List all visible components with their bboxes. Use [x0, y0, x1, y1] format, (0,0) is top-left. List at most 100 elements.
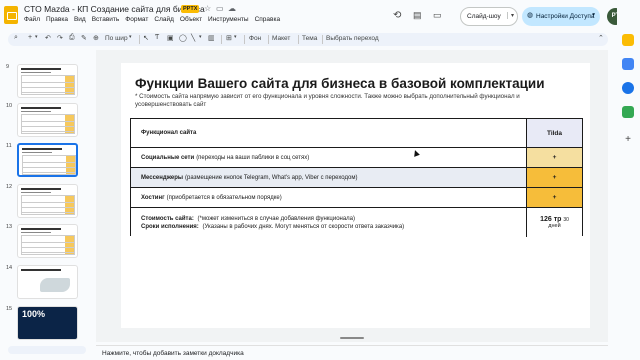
table-row: Социальные сети (переходы на ваши паблики… [131, 148, 582, 168]
row-feature-desc: (приобретается в обязательном порядке) [166, 194, 282, 201]
tasks-icon[interactable] [622, 58, 634, 70]
add-on-plus-icon[interactable]: + [622, 134, 634, 146]
slide-thumbnail[interactable] [17, 224, 78, 258]
slide-thumbnail[interactable] [17, 265, 78, 299]
star-icon[interactable]: ☆ [204, 4, 211, 13]
chevron-down-icon[interactable]: ▾ [129, 34, 132, 40]
row-value: + [526, 188, 582, 207]
menu-bar: Файл Правка Вид Вставить Формат Слайд Об… [24, 16, 280, 23]
keep-icon[interactable] [622, 34, 634, 46]
shape-icon[interactable]: ◯ [179, 34, 187, 42]
terms-note: (Указаны в рабочих днях. Могут меняться … [202, 223, 405, 230]
slide-thumbnail[interactable] [17, 64, 78, 98]
search-menus-icon[interactable]: ⌕ [14, 34, 18, 42]
background-button[interactable]: Фон [249, 35, 261, 42]
slide-thumbnail[interactable] [17, 184, 78, 218]
table-footer-row: Стоимость сайта: (*может измениться в сл… [131, 208, 582, 237]
menu-slide[interactable]: Слайд [154, 16, 174, 23]
line-icon[interactable]: ╲ [191, 34, 195, 42]
side-panel-rail: + [617, 0, 640, 360]
table-header-row: Функционал сайта Tilda [131, 119, 582, 148]
toolbar-divider [298, 35, 299, 44]
menu-edit[interactable]: Правка [46, 16, 68, 23]
cost-label: Стоимость сайта: [141, 215, 194, 222]
menu-view[interactable]: Вид [74, 16, 86, 23]
table-row: Хостинг (приобретается в обязательном пор… [131, 188, 582, 208]
slide-number: 15 [6, 306, 13, 312]
theme-button[interactable]: Тема [302, 35, 317, 42]
toolbar: ⌕ + ▾ ↶ ↷ ⎙ ✎ ⊕ По шир ▾ ↖ Ƭ ▣ ◯ ╲ ▾ ▥ ⊞… [8, 33, 608, 46]
menu-help[interactable]: Справка [255, 16, 281, 23]
share-label: Настройки Доступа [536, 13, 595, 20]
toolbar-divider [244, 35, 245, 44]
zoom-select[interactable]: По шир [105, 35, 128, 42]
version-history-icon[interactable]: ⟲ [393, 10, 401, 21]
contacts-icon[interactable] [622, 82, 634, 94]
document-title[interactable]: CTO Mazda - КП Создание сайта для бизнес… [24, 4, 205, 14]
slideshow-button[interactable]: Слайд-шоу ▾ [460, 7, 518, 26]
slide-number: 14 [6, 265, 13, 271]
chevron-down-icon[interactable]: ▾ [592, 12, 595, 18]
comments-icon[interactable]: ▤ [413, 10, 422, 21]
meet-present-icon[interactable]: ▭ [433, 10, 442, 21]
maps-icon[interactable] [622, 106, 634, 118]
slide-number: 11 [6, 143, 12, 149]
menu-insert[interactable]: Вставить [92, 16, 120, 23]
slide-thumbnail[interactable] [17, 103, 78, 137]
notes-resize-handle[interactable] [340, 337, 364, 339]
row-feature-name: Мессенджеры [141, 174, 183, 181]
features-table[interactable]: Функционал сайта Tilda Социальные сети (п… [130, 118, 583, 237]
chevron-down-icon[interactable]: ▾ [199, 34, 202, 40]
new-slide-icon[interactable]: + [28, 34, 32, 41]
cloud-status-icon[interactable]: ☁ [228, 4, 236, 13]
transition-button[interactable]: Выбрать переход [326, 35, 379, 42]
layout-icon[interactable]: ⊞ [226, 34, 232, 42]
days-label: дней [548, 223, 561, 229]
select-icon[interactable]: ↖ [143, 34, 149, 42]
slide-title[interactable]: Функции Вашего сайта для бизнеса в базов… [135, 76, 545, 91]
comment-add-icon[interactable]: ▥ [208, 34, 215, 42]
slide[interactable]: Функции Вашего сайта для бизнеса в базов… [121, 63, 590, 328]
slide-thumbnail-selected[interactable] [17, 143, 78, 177]
share-button[interactable]: ◍ Настройки Доступа ▾ [522, 7, 600, 26]
menu-tools[interactable]: Инструменты [208, 16, 249, 23]
title-bar: CTO Mazda - КП Создание сайта для бизнес… [0, 0, 640, 30]
slide-filmstrip[interactable]: 9 10 11 12 13 14 15 100% [0, 50, 92, 346]
slide-subtitle[interactable]: * Стоимость сайта напрямую зависит от ег… [135, 93, 535, 109]
layout-button[interactable]: Макет [272, 35, 290, 42]
chevron-down-icon[interactable]: ▾ [506, 12, 514, 19]
row-feature-name: Социальные сети [141, 154, 195, 161]
slideshow-label: Слайд-шоу [467, 13, 501, 20]
row-feature-name: Хостинг [141, 194, 165, 201]
undo-icon[interactable]: ↶ [45, 34, 51, 42]
image-icon[interactable]: ▣ [167, 34, 174, 42]
toolbar-divider [221, 35, 222, 44]
menu-object[interactable]: Объект [180, 16, 202, 23]
file-format-badge: PPTX [181, 5, 200, 13]
row-feature-desc: (переходы на ваши паблики в соц сетях) [196, 154, 310, 161]
slide-number: 9 [6, 64, 10, 70]
slide-number: 10 [6, 103, 13, 109]
chevron-down-icon[interactable]: ▾ [234, 34, 237, 40]
globe-icon: ◍ [527, 12, 534, 19]
speaker-notes[interactable]: Нажмите, чтобы добавить заметки докладчи… [96, 345, 608, 360]
menu-format[interactable]: Формат [125, 16, 148, 23]
toolbar-divider [268, 35, 269, 44]
chevron-down-icon[interactable]: ▾ [35, 34, 38, 40]
toolbar-divider [322, 35, 323, 44]
print-icon[interactable]: ⎙ [69, 34, 75, 42]
move-folder-icon[interactable]: ▭ [216, 4, 224, 13]
redo-icon[interactable]: ↷ [57, 34, 63, 42]
terms-label: Сроки исполнения: [141, 223, 199, 230]
table-row: Мессенджеры (размещение кнопок Telegram, … [131, 168, 582, 188]
menu-file[interactable]: Файл [24, 16, 40, 23]
slide-thumbnail[interactable]: 100% [17, 306, 78, 340]
filmstrip-footer[interactable] [8, 346, 86, 354]
slides-logo-icon[interactable] [4, 6, 18, 24]
chevron-up-icon[interactable]: ⌃ [598, 34, 604, 42]
paint-format-icon[interactable]: ✎ [81, 34, 87, 42]
slide-number: 12 [6, 184, 13, 190]
zoom-icon[interactable]: ⊕ [93, 34, 99, 42]
text-box-icon[interactable]: Ƭ [155, 34, 159, 41]
slide-number: 13 [6, 224, 13, 230]
